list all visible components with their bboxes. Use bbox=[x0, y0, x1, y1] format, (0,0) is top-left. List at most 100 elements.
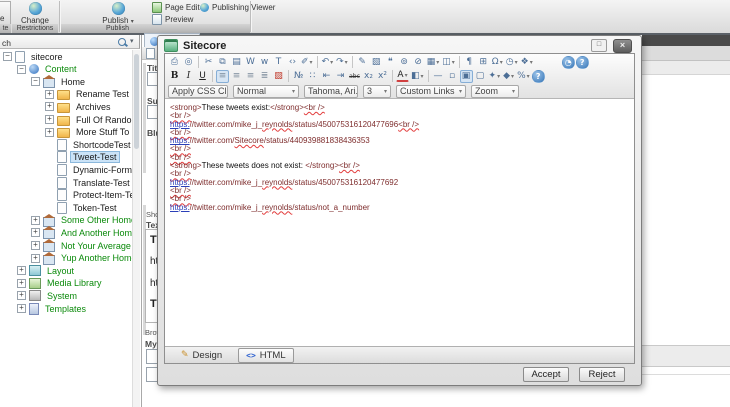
subscript-icon[interactable]: x₂ bbox=[362, 70, 375, 83]
cut-icon[interactable]: ✂ bbox=[202, 56, 215, 69]
expand-icon[interactable]: + bbox=[31, 228, 40, 237]
tree-item[interactable]: +Full Of Random Stuff bbox=[0, 113, 132, 126]
expand-icon[interactable]: + bbox=[17, 266, 26, 275]
search-options-caret-icon[interactable]: ▾ bbox=[130, 37, 134, 45]
insert-table-icon[interactable]: ▦▾ bbox=[426, 56, 441, 69]
combo-tahoma-ari[interactable]: Tahoma, Ari...▾ bbox=[304, 85, 358, 98]
tab-html[interactable]: <> HTML bbox=[238, 348, 294, 363]
table-cells-icon[interactable]: ◫▾ bbox=[441, 56, 456, 69]
strikethrough-icon[interactable]: abc bbox=[348, 70, 361, 83]
tree-item[interactable]: +And Another Home bbox=[0, 226, 132, 239]
insert-image-icon[interactable]: ▧ bbox=[370, 56, 383, 69]
numbered-list-icon[interactable]: № bbox=[292, 70, 305, 83]
flash-manager-icon[interactable]: ✦▾ bbox=[488, 70, 502, 83]
maximize-button[interactable]: □ bbox=[591, 39, 607, 52]
comment-icon[interactable]: ❝ bbox=[384, 56, 397, 69]
tree-item[interactable]: +Templates bbox=[0, 302, 89, 315]
tree-item[interactable]: +Layout bbox=[0, 264, 77, 277]
expand-icon[interactable]: + bbox=[31, 216, 40, 225]
image-manager-icon[interactable]: ▣ bbox=[460, 70, 473, 83]
expand-icon[interactable]: + bbox=[17, 304, 26, 313]
tree-item[interactable]: Dynamic-Form bbox=[0, 163, 132, 176]
print-icon[interactable]: ⎙ bbox=[168, 56, 181, 69]
page-editor-button[interactable]: Page Editor bbox=[152, 2, 207, 13]
bold-icon[interactable]: B bbox=[168, 70, 181, 83]
insert-snippet-icon[interactable]: ❖▾ bbox=[520, 56, 534, 69]
paste-word-cleaner-icon[interactable]: w bbox=[258, 56, 271, 69]
expand-icon[interactable]: + bbox=[45, 115, 54, 124]
tree-search-bar[interactable]: ch ▾ bbox=[0, 35, 140, 49]
align-left-icon[interactable]: ≡ bbox=[216, 70, 229, 83]
underline-icon[interactable]: U bbox=[196, 70, 209, 83]
align-right-icon[interactable]: ≡ bbox=[244, 70, 257, 83]
italic-icon[interactable]: I bbox=[182, 70, 195, 83]
change-restrictions-button[interactable]: Change bbox=[14, 1, 56, 23]
tree-item[interactable]: +System bbox=[0, 289, 80, 302]
undo-icon[interactable]: ↶▾ bbox=[321, 56, 335, 69]
insert-symbol-icon[interactable]: Ω▾ bbox=[491, 56, 504, 69]
background-color-icon[interactable]: ◧▾ bbox=[410, 70, 425, 83]
dialog-titlebar[interactable]: Sitecore bbox=[164, 39, 226, 52]
combo-normal[interactable]: Normal▾ bbox=[233, 85, 299, 98]
tree-item[interactable]: +Yup Another Home Item bbox=[0, 252, 132, 265]
tree-item[interactable]: +More Stuff To Delete bbox=[0, 126, 132, 139]
html-source-view[interactable]: <strong>These tweets exist:</strong><br … bbox=[165, 100, 633, 346]
search-input[interactable]: ch bbox=[2, 38, 11, 48]
tree-item[interactable]: +Media Library bbox=[0, 277, 105, 290]
font-color-icon[interactable]: A▾ bbox=[396, 71, 409, 82]
remove-link-icon[interactable]: ⊘ bbox=[412, 56, 425, 69]
collapse-icon[interactable]: − bbox=[17, 65, 26, 74]
paste-as-html-icon[interactable]: ‹› bbox=[286, 56, 299, 69]
tree-item[interactable]: Protect-Item-Test bbox=[0, 189, 132, 202]
accept-button[interactable]: Accept bbox=[523, 367, 569, 382]
media-manager-icon[interactable]: ◆▾ bbox=[502, 70, 515, 83]
template-manager-icon[interactable]: %▾ bbox=[516, 70, 531, 83]
module-icon[interactable]: ⊞ bbox=[477, 56, 490, 69]
tree-item[interactable]: Tweet-Test bbox=[0, 151, 120, 164]
expand-icon[interactable]: + bbox=[31, 241, 40, 250]
insert-time-icon[interactable]: ◷▾ bbox=[505, 56, 519, 69]
tree-item[interactable]: +Rename Test bbox=[0, 88, 132, 101]
media-mode-icon[interactable]: ◔ bbox=[562, 56, 575, 69]
copy-icon[interactable]: ⧉ bbox=[216, 56, 229, 69]
combo-custom-links[interactable]: Custom Links▾ bbox=[396, 85, 466, 98]
publish-button[interactable]: Publish ▾ bbox=[97, 1, 139, 23]
expand-icon[interactable]: + bbox=[17, 291, 26, 300]
expand-icon[interactable]: + bbox=[17, 279, 26, 288]
align-justify-icon[interactable]: ≣ bbox=[258, 70, 271, 83]
tab-design[interactable]: ✎ Design bbox=[173, 348, 230, 363]
tree-scrollbar-thumb[interactable] bbox=[134, 54, 139, 149]
clipped-ribbon-button[interactable]: e bbox=[0, 1, 11, 25]
format-stripper-icon[interactable]: ✐▾ bbox=[300, 56, 314, 69]
show-borders-icon[interactable]: ▫ bbox=[446, 70, 459, 83]
preview-button[interactable]: Preview bbox=[152, 14, 193, 25]
editor-help-icon[interactable]: ? bbox=[532, 70, 545, 83]
expand-icon[interactable]: + bbox=[45, 90, 54, 99]
collapse-icon[interactable]: − bbox=[3, 52, 12, 61]
paste-plain-text-icon[interactable]: T bbox=[272, 56, 285, 69]
tree-item[interactable]: ShortcodeTest bbox=[0, 138, 132, 151]
tree-item[interactable]: Translate-Test bbox=[0, 176, 132, 189]
horizontal-rule-icon[interactable]: — bbox=[432, 70, 445, 83]
indent-icon[interactable]: ⇥ bbox=[334, 70, 347, 83]
tree-item[interactable]: −Content bbox=[0, 63, 80, 76]
expand-icon[interactable]: + bbox=[45, 128, 54, 137]
document-manager-icon[interactable]: ▢ bbox=[474, 70, 487, 83]
combo-zoom[interactable]: Zoom▾ bbox=[471, 85, 519, 98]
paste-from-word-icon[interactable]: W bbox=[244, 56, 257, 69]
close-button[interactable]: × bbox=[613, 39, 632, 53]
tree-item[interactable]: +Some Other Home bbox=[0, 214, 132, 227]
reject-button[interactable]: Reject bbox=[579, 367, 625, 382]
tree-item[interactable]: Token-Test bbox=[0, 201, 120, 214]
outdent-icon[interactable]: ⇤ bbox=[320, 70, 333, 83]
publishing-viewer-button[interactable]: Publishing Viewer bbox=[200, 2, 275, 13]
tree-item[interactable]: −sitecore bbox=[0, 50, 66, 63]
find-icon[interactable]: ◎ bbox=[182, 56, 195, 69]
insert-link-icon[interactable]: ⊚ bbox=[398, 56, 411, 69]
tree-item[interactable]: −Home bbox=[0, 75, 88, 88]
expand-icon[interactable]: + bbox=[31, 254, 40, 263]
bullet-list-icon[interactable]: ∷ bbox=[306, 70, 319, 83]
tree-item[interactable]: +Not Your Average Home bbox=[0, 239, 132, 252]
help-icon[interactable]: ? bbox=[576, 56, 589, 69]
ink-icon[interactable]: ✎ bbox=[356, 56, 369, 69]
